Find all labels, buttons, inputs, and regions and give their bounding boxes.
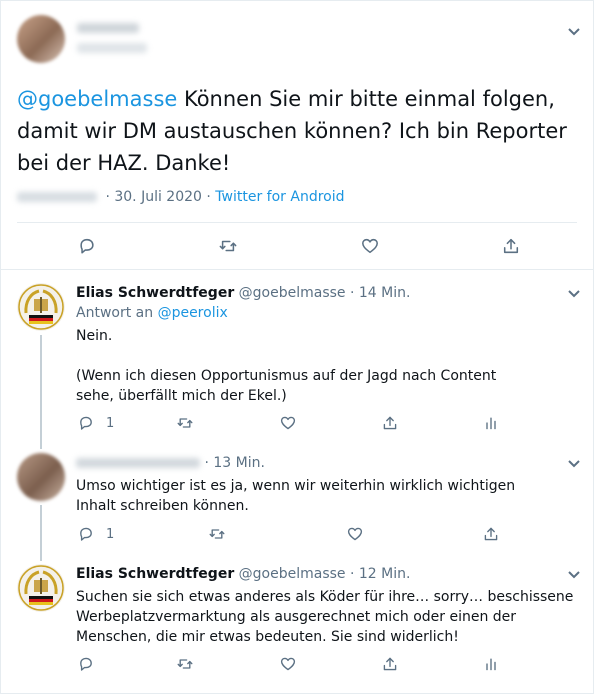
heart-icon bbox=[362, 238, 378, 254]
analytics-icon bbox=[486, 658, 496, 671]
reply-icon bbox=[80, 657, 92, 671]
reply-count: 1 bbox=[106, 526, 115, 542]
mention-link[interactable]: @goebelmasse bbox=[17, 87, 177, 111]
reply-button[interactable]: 1 bbox=[78, 415, 114, 431]
retweet-button[interactable] bbox=[209, 526, 225, 542]
share-icon bbox=[484, 527, 498, 541]
tweet-line: Nein. bbox=[76, 328, 113, 344]
tweet-thread: @goebelmasse Können Sie mir bitte einmal… bbox=[0, 0, 594, 694]
emblem-avatar bbox=[17, 283, 65, 331]
retweet-button[interactable] bbox=[177, 415, 193, 431]
avatar[interactable] bbox=[17, 564, 65, 612]
tweet-text: Suchen sie sich etwas anderes als Köder … bbox=[76, 589, 574, 645]
tweet-text: @goebelmasse Können Sie mir bitte einmal… bbox=[17, 83, 577, 179]
reply-icon bbox=[80, 238, 94, 254]
display-name[interactable]: Elias Schwerdtfeger bbox=[76, 566, 234, 582]
retweet-icon bbox=[177, 418, 193, 428]
retweet-icon bbox=[177, 659, 193, 669]
share-button[interactable] bbox=[382, 656, 398, 672]
share-button[interactable] bbox=[382, 415, 398, 431]
heart-icon bbox=[280, 416, 296, 430]
chevron-down-icon[interactable] bbox=[567, 23, 587, 43]
reply-prefix: Antwort an bbox=[76, 305, 154, 321]
like-button[interactable] bbox=[280, 415, 296, 431]
share-button[interactable] bbox=[502, 237, 520, 255]
tweet-time[interactable]: · 14 Min. bbox=[350, 285, 410, 301]
like-button[interactable] bbox=[361, 237, 379, 255]
blurred-name bbox=[76, 458, 200, 468]
tweet-line: (Wenn ich diesen Opportunismus auf der J… bbox=[76, 368, 497, 404]
divider bbox=[17, 222, 577, 223]
avatar[interactable] bbox=[17, 283, 65, 331]
display-name[interactable]: Elias Schwerdtfeger bbox=[76, 285, 234, 301]
analytics-icon bbox=[486, 417, 496, 430]
section-divider bbox=[1, 269, 593, 270]
retweet-button[interactable] bbox=[219, 237, 237, 255]
blurred-time bbox=[17, 192, 97, 202]
chevron-down-icon[interactable] bbox=[567, 566, 587, 586]
tweet-text: Umso wichtiger ist es ja, wenn wir weite… bbox=[76, 478, 516, 514]
like-button[interactable] bbox=[280, 656, 296, 672]
reply-button[interactable] bbox=[78, 237, 96, 255]
reply-button[interactable]: 1 bbox=[78, 526, 114, 542]
user-handle[interactable]: @goebelmasse bbox=[239, 285, 346, 301]
retweet-button[interactable] bbox=[177, 656, 193, 672]
reply-button[interactable] bbox=[78, 656, 94, 672]
avatar[interactable] bbox=[17, 15, 65, 63]
heart-icon bbox=[280, 657, 296, 671]
tweet-header: Elias Schwerdtfeger @goebelmasse · 12 Mi… bbox=[76, 566, 410, 582]
tweet-header: Elias Schwerdtfeger @goebelmasse · 14 Mi… bbox=[76, 285, 410, 301]
share-icon bbox=[383, 416, 397, 430]
analytics-button[interactable] bbox=[483, 656, 499, 672]
retweet-icon bbox=[209, 529, 225, 539]
blurred-handle bbox=[77, 43, 147, 53]
share-icon bbox=[503, 238, 519, 254]
share-button[interactable] bbox=[483, 526, 499, 542]
tweet-source[interactable]: Twitter for Android bbox=[215, 189, 344, 205]
user-handle[interactable]: @goebelmasse bbox=[239, 566, 346, 582]
thread-line bbox=[40, 505, 42, 561]
tweet-time[interactable]: · 12 Min. bbox=[350, 566, 410, 582]
analytics-button[interactable] bbox=[483, 415, 499, 431]
blurred-name bbox=[77, 23, 139, 33]
avatar[interactable] bbox=[17, 453, 65, 501]
tweet-text: Nein. (Wenn ich diesen Opportunismus auf… bbox=[76, 326, 576, 406]
share-icon bbox=[383, 657, 397, 671]
tweet-header: · 13 Min. bbox=[76, 455, 265, 471]
like-button[interactable] bbox=[347, 526, 363, 542]
reply-count: 1 bbox=[106, 415, 115, 431]
emblem-avatar bbox=[17, 564, 65, 612]
reply-icon bbox=[80, 416, 92, 430]
retweet-icon bbox=[219, 240, 237, 252]
thread-line bbox=[40, 335, 42, 449]
reply-to-link[interactable]: @peerolix bbox=[158, 305, 228, 321]
tweet-time[interactable]: · 13 Min. bbox=[204, 455, 264, 471]
reply-icon bbox=[80, 527, 92, 541]
chevron-down-icon[interactable] bbox=[567, 285, 587, 305]
reply-to-line: Antwort an @peerolix bbox=[76, 305, 228, 321]
tweet-meta: · 30. Juli 2020 · Twitter for Android bbox=[17, 189, 345, 205]
chevron-down-icon[interactable] bbox=[567, 455, 587, 475]
tweet-date[interactable]: · 30. Juli 2020 · bbox=[105, 189, 210, 205]
heart-icon bbox=[347, 527, 363, 541]
